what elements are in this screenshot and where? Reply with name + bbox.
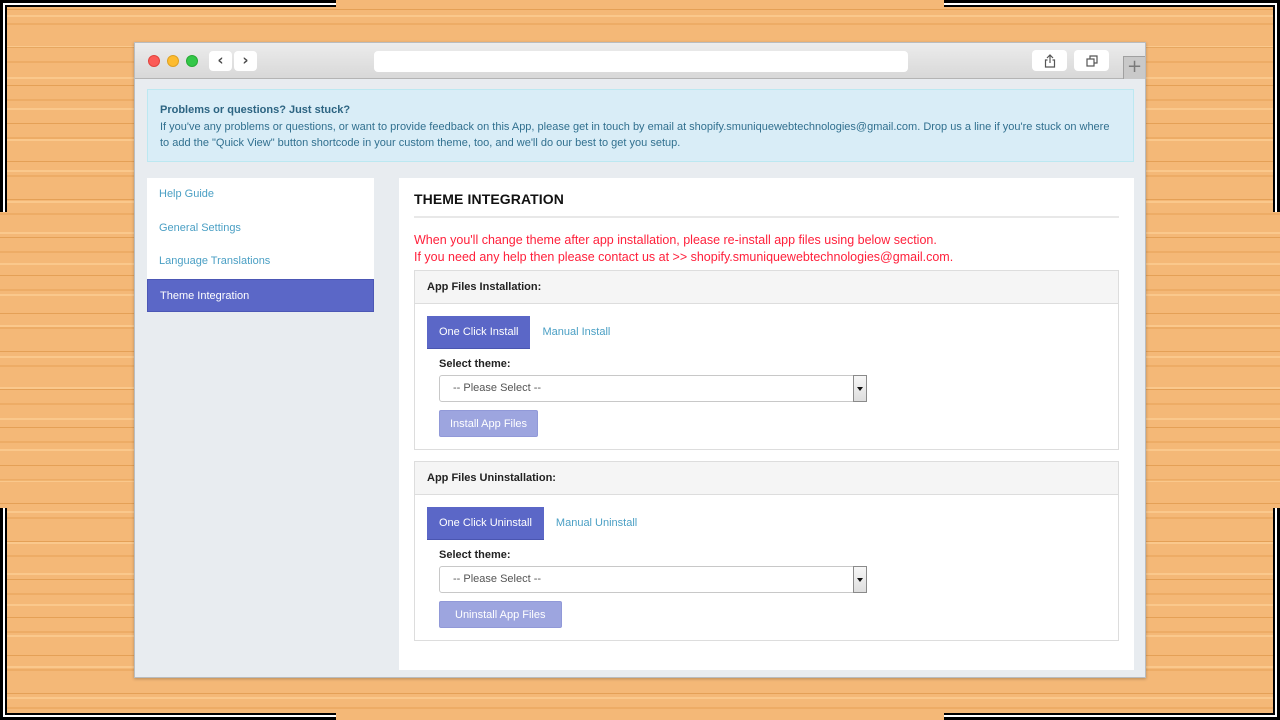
install-tabs: One Click Install Manual Install [427, 316, 1106, 349]
minimize-window-button[interactable] [167, 55, 179, 67]
sidebar-item-help-guide[interactable]: Help Guide [147, 178, 374, 212]
forward-button[interactable]: › [234, 51, 257, 71]
notice-line-2: If you need any help then please contact… [414, 250, 954, 264]
alert-body: If you've any problems or questions, or … [160, 120, 1110, 150]
tabs-overview-icon [1085, 54, 1098, 67]
sidebar-item-general-settings[interactable]: General Settings [147, 212, 374, 246]
install-theme-select-value: -- Please Select -- [453, 382, 542, 394]
uninstall-app-files-button[interactable]: Uninstall App Files [439, 601, 562, 628]
reinstall-notice: When you'll change theme after app insta… [414, 232, 1119, 266]
notice-line-1: When you'll change theme after app insta… [414, 233, 937, 247]
new-tab-button[interactable]: + [1123, 56, 1145, 79]
close-window-button[interactable] [148, 55, 160, 67]
install-theme-select[interactable]: -- Please Select -- [439, 375, 867, 402]
page-title: THEME INTEGRATION [414, 191, 1119, 218]
help-alert: Problems or questions? Just stuck? If yo… [147, 89, 1134, 162]
alert-title: Problems or questions? Just stuck? [160, 104, 351, 116]
tab-manual-uninstall[interactable]: Manual Uninstall [544, 507, 649, 540]
main-content: THEME INTEGRATION When you'll change the… [399, 178, 1134, 670]
uninstall-theme-select[interactable]: -- Please Select -- [439, 566, 867, 593]
browser-toolbar: ‹ › + [135, 43, 1145, 79]
sidebar-item-theme-integration[interactable]: Theme Integration [147, 278, 374, 312]
chevron-right-icon: › [242, 51, 249, 69]
sidebar-item-language-translations[interactable]: Language Translations [147, 245, 374, 279]
tab-one-click-install[interactable]: One Click Install [427, 316, 531, 349]
uninstall-select-theme-label: Select theme: [439, 549, 511, 561]
share-icon [1044, 53, 1055, 68]
uninstall-tabs: One Click Uninstall Manual Uninstall [427, 507, 1106, 540]
share-button[interactable] [1032, 50, 1067, 71]
sidebar-nav: Help Guide General Settings Language Tra… [147, 178, 374, 312]
chevron-left-icon: ‹ [217, 51, 224, 69]
uninstall-panel-heading: App Files Uninstallation: [415, 462, 1118, 495]
uninstall-panel: App Files Uninstallation: One Click Unin… [414, 461, 1119, 641]
chevron-down-icon[interactable] [853, 375, 867, 402]
install-panel-heading: App Files Installation: [415, 271, 1118, 304]
install-app-files-button[interactable]: Install App Files [439, 410, 539, 437]
back-button[interactable]: ‹ [209, 51, 232, 71]
tabs-overview-button[interactable] [1074, 50, 1109, 71]
install-select-theme-label: Select theme: [439, 358, 511, 370]
uninstall-theme-select-value: -- Please Select -- [453, 573, 542, 585]
tab-one-click-uninstall[interactable]: One Click Uninstall [427, 507, 544, 540]
tab-manual-install[interactable]: Manual Install [530, 316, 622, 349]
maximize-window-button[interactable] [186, 55, 198, 67]
browser-window: ‹ › + Problems or questions? Just stuck?… [134, 42, 1146, 678]
install-panel: App Files Installation: One Click Instal… [414, 270, 1119, 450]
chevron-down-icon[interactable] [853, 566, 867, 593]
address-bar[interactable] [374, 51, 908, 72]
